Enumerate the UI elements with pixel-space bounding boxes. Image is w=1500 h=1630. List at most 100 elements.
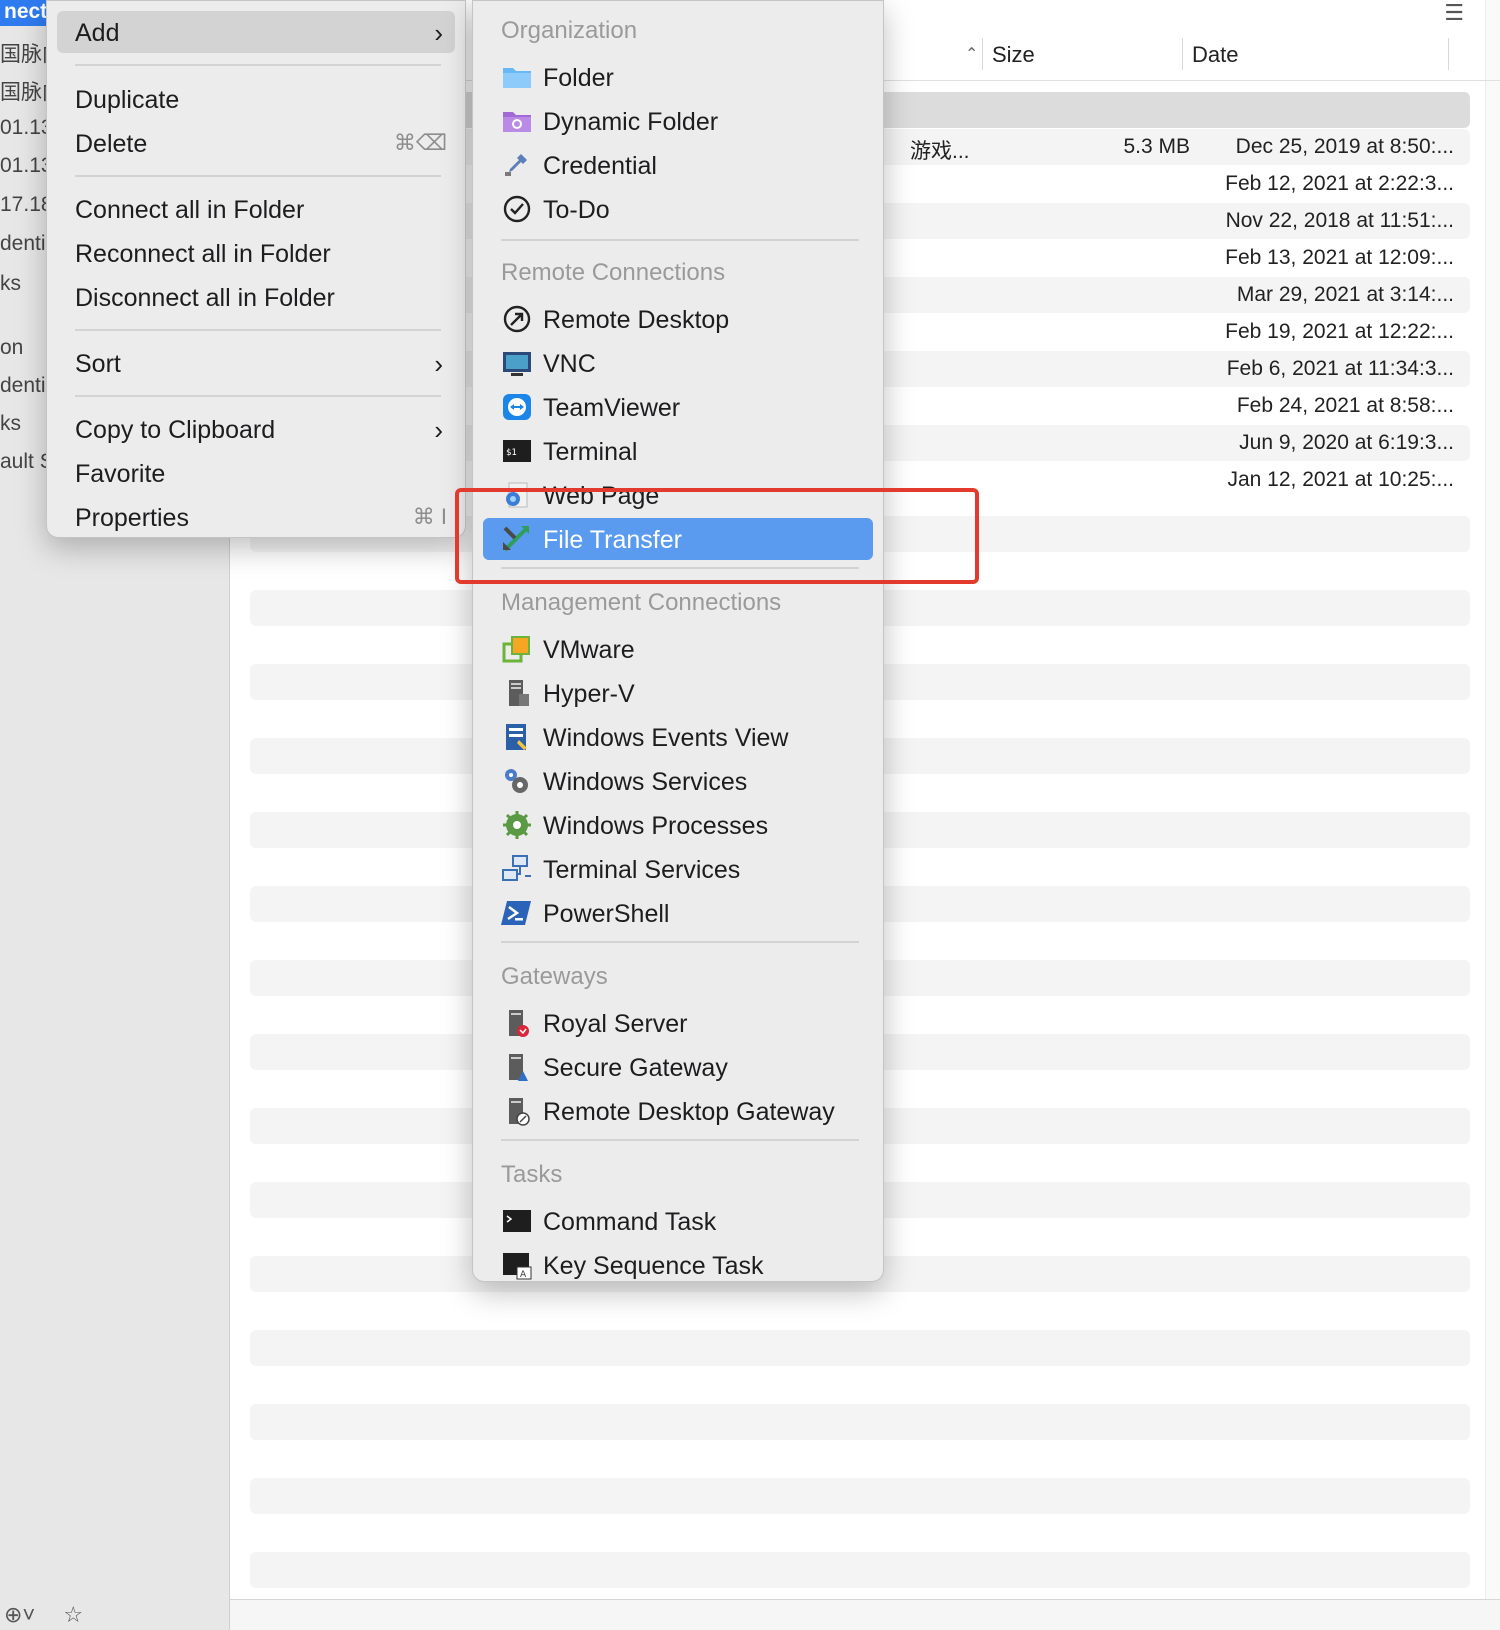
menu-item-add[interactable]: Add › bbox=[57, 11, 455, 53]
sidebar-item[interactable]: 01.13 bbox=[0, 154, 53, 178]
list-view-icon[interactable]: ☰ bbox=[1444, 0, 1464, 26]
delete-shortcut: ⌘⌫ bbox=[393, 130, 447, 155]
cell-date: Dec 25, 2019 at 8:50:... bbox=[1235, 135, 1454, 158]
rd-gateway-icon bbox=[509, 1098, 530, 1126]
submenu-item-royal-server[interactable]: Royal Server bbox=[483, 1002, 873, 1044]
cell-date: Jan 12, 2021 at 10:25:... bbox=[1227, 468, 1454, 491]
svg-text:A: A bbox=[520, 1270, 527, 1280]
section-header-management: Management Connections bbox=[501, 589, 782, 616]
checkmark-circle-icon bbox=[503, 195, 531, 223]
submenu-item-label: Command Task bbox=[543, 1208, 717, 1236]
sidebar-item[interactable]: denti bbox=[0, 232, 46, 256]
submenu-item-windows-events-view[interactable]: Windows Events View bbox=[483, 716, 873, 758]
section-header-tasks: Tasks bbox=[501, 1161, 563, 1188]
submenu-item-windows-processes[interactable]: Windows Processes bbox=[483, 804, 873, 846]
terminal-icon: $1 bbox=[503, 440, 531, 462]
properties-shortcut: ⌘ I bbox=[412, 504, 447, 529]
key-sequence-icon: A bbox=[503, 1253, 532, 1280]
key-icon bbox=[505, 154, 527, 176]
vmware-icon bbox=[502, 636, 530, 663]
submenu-item-command-task[interactable]: Command Task bbox=[483, 1200, 873, 1242]
menu-item-copy-clipboard[interactable]: Copy to Clipboard › bbox=[57, 408, 455, 450]
submenu-item-key-sequence-task[interactable]: A Key Sequence Task bbox=[483, 1244, 873, 1286]
submenu-item-label: VNC bbox=[543, 350, 596, 378]
submenu-item-to-do[interactable]: To-Do bbox=[483, 188, 873, 230]
submenu-item-label: Remote Desktop Gateway bbox=[543, 1098, 835, 1126]
cell-size: 5.3 MB bbox=[1123, 135, 1190, 158]
cell-date: Feb 19, 2021 at 12:22:... bbox=[1225, 320, 1454, 343]
submenu-item-label: Key Sequence Task bbox=[543, 1252, 764, 1280]
sidebar-item[interactable]: ks bbox=[0, 272, 21, 296]
submenu-item-hyper-v[interactable]: Hyper-V bbox=[483, 672, 873, 714]
command-task-icon bbox=[503, 1210, 531, 1232]
submenu-item-terminal[interactable]: $1 Terminal bbox=[483, 430, 873, 472]
column-size[interactable]: Size bbox=[992, 42, 1035, 68]
gear-green-icon bbox=[503, 811, 531, 839]
section-header-gateways: Gateways bbox=[501, 963, 608, 990]
cell-date: Feb 13, 2021 at 12:09:... bbox=[1225, 246, 1454, 269]
chevron-right-icon: › bbox=[434, 415, 443, 445]
empty-row bbox=[250, 1330, 1470, 1366]
sidebar-item[interactable]: 01.13 bbox=[0, 116, 53, 140]
server-icon bbox=[509, 680, 529, 706]
menu-item-duplicate[interactable]: Duplicate bbox=[57, 78, 455, 120]
submenu-item-label: To-Do bbox=[543, 196, 610, 224]
annotation-highlight-box bbox=[455, 488, 979, 584]
menu-item-reconnect-all[interactable]: Reconnect all in Folder bbox=[57, 232, 455, 274]
submenu-item-dynamic-folder[interactable]: Dynamic Folder bbox=[483, 100, 873, 142]
sort-ascending-icon[interactable]: ⌃ bbox=[965, 44, 978, 64]
submenu-item-label: Royal Server bbox=[543, 1010, 688, 1038]
submenu-item-secure-gateway[interactable]: Secure Gateway bbox=[483, 1046, 873, 1088]
chevron-right-icon: › bbox=[434, 18, 443, 48]
submenu-item-remote-desktop[interactable]: Remote Desktop bbox=[483, 298, 873, 340]
add-submenu: Organization Folder Dynamic Folder Credent… bbox=[472, 0, 884, 1282]
sidebar-item[interactable]: 17.18 bbox=[0, 193, 53, 217]
folder-icon bbox=[503, 68, 531, 88]
menu-item-connect-all[interactable]: Connect all in Folder bbox=[57, 188, 455, 230]
submenu-item-terminal-services[interactable]: Terminal Services bbox=[483, 848, 873, 890]
remote-desktop-icon bbox=[503, 305, 531, 333]
powershell-icon bbox=[501, 901, 531, 925]
cell-date: Jun 9, 2020 at 6:19:3... bbox=[1239, 431, 1454, 454]
gears-icon bbox=[505, 769, 528, 793]
sidebar-item[interactable]: denti bbox=[0, 374, 46, 398]
submenu-item-credential[interactable]: Credential bbox=[483, 144, 873, 186]
empty-row bbox=[250, 1404, 1470, 1440]
scrollbar[interactable] bbox=[1485, 0, 1500, 1600]
submenu-item-label: TeamViewer bbox=[543, 394, 681, 422]
royal-server-icon bbox=[509, 1010, 529, 1037]
submenu-item-folder[interactable]: Folder bbox=[483, 56, 873, 98]
cell-date: Feb 6, 2021 at 11:34:3... bbox=[1226, 357, 1454, 380]
menu-item-delete[interactable]: Delete ⌘⌫ bbox=[57, 122, 455, 164]
submenu-item-label: Hyper-V bbox=[543, 680, 635, 708]
sidebar-item[interactable]: on bbox=[0, 336, 23, 360]
context-menu: Add › Duplicate Delete ⌘⌫ Connect all in… bbox=[46, 0, 466, 538]
menu-item-disconnect-all[interactable]: Disconnect all in Folder bbox=[57, 276, 455, 318]
star-icon[interactable]: ☆ bbox=[63, 1602, 83, 1627]
submenu-item-label: Windows Events View bbox=[543, 724, 789, 752]
submenu-item-label: Folder bbox=[543, 64, 614, 92]
event-log-icon bbox=[506, 724, 527, 750]
add-icon[interactable]: ⊕˅ bbox=[4, 1602, 35, 1627]
cell-date: Feb 12, 2021 at 2:22:3... bbox=[1225, 172, 1454, 195]
empty-row bbox=[250, 1478, 1470, 1514]
sidebar-item[interactable]: ks bbox=[0, 412, 21, 436]
submenu-item-label: Remote Desktop bbox=[543, 306, 730, 334]
submenu-item-vmware[interactable]: VMware bbox=[483, 628, 873, 670]
chevron-right-icon: › bbox=[434, 349, 443, 379]
menu-item-properties[interactable]: Properties ⌘ I bbox=[57, 496, 455, 538]
svg-text:$1: $1 bbox=[506, 448, 517, 458]
monitor-icon bbox=[503, 352, 531, 376]
submenu-item-label: Windows Processes bbox=[543, 812, 769, 840]
submenu-item-powershell[interactable]: PowerShell bbox=[483, 892, 873, 934]
menu-item-sort[interactable]: Sort › bbox=[57, 342, 455, 384]
submenu-item-windows-services[interactable]: Windows Services bbox=[483, 760, 873, 802]
column-date[interactable]: Date bbox=[1192, 42, 1238, 68]
menu-item-favorite[interactable]: Favorite bbox=[57, 452, 455, 494]
submenu-item-remote-desktop-gateway[interactable]: Remote Desktop Gateway bbox=[483, 1090, 873, 1132]
section-header-remote: Remote Connections bbox=[501, 259, 726, 286]
submenu-item-teamviewer[interactable]: TeamViewer bbox=[483, 386, 873, 428]
sidebar-bottom-bar: ⊕˅ ☆ bbox=[4, 1602, 105, 1628]
submenu-item-vnc[interactable]: VNC bbox=[483, 342, 873, 384]
submenu-item-label: Credential bbox=[543, 152, 657, 180]
